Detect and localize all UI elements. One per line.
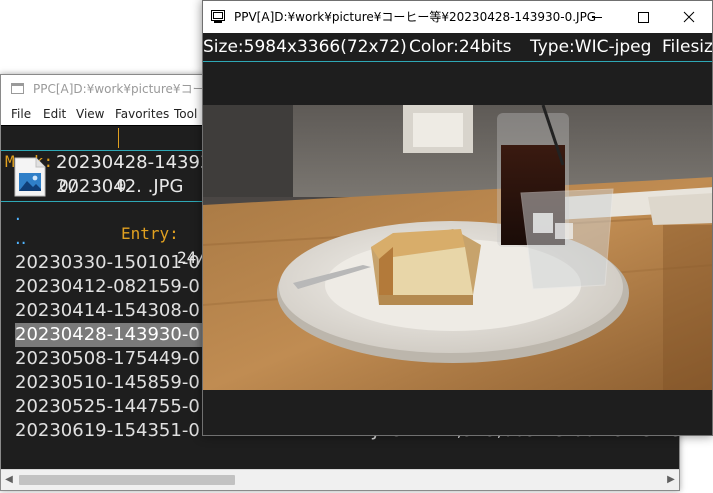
image-viewer-window: PPV[A]D:¥work¥picture¥コーヒー等¥20230428-143… <box>202 0 713 436</box>
current-file-name-line1: 20230428-14393 <box>56 152 212 173</box>
scroll-right-icon[interactable]: ▶ <box>663 470 679 490</box>
current-file-name-line2: 2023042. .JPG <box>56 176 184 197</box>
info-separator <box>118 128 119 148</box>
close-icon[interactable] <box>666 1 712 33</box>
photo-cheesecake-and-iced-coffee <box>203 105 712 390</box>
image-type-info: Type:WIC-jpeg <box>530 37 652 57</box>
minimize-icon[interactable] <box>574 1 620 33</box>
scrollbar-thumb[interactable] <box>19 475 235 485</box>
viewer-title: PPV[A]D:¥work¥picture¥コーヒー等¥20230428-143… <box>234 10 597 24</box>
image-color-info: Color:24bits <box>409 37 512 57</box>
menu-file[interactable]: File <box>11 103 31 125</box>
image-size-info: Size:5984x3366(72x72) <box>203 37 407 57</box>
image-info-line: Size:5984x3366(72x72) Color:24bits Type:… <box>203 33 712 62</box>
viewer-app-icon <box>211 10 225 23</box>
menu-tool[interactable]: Tool <box>174 103 197 125</box>
image-filesize-info: Filesiz <box>662 37 712 57</box>
menu-view[interactable]: View <box>76 103 104 125</box>
image-file-icon <box>14 157 46 197</box>
maximize-icon[interactable] <box>620 1 666 33</box>
scroll-left-icon[interactable]: ◀ <box>1 470 17 490</box>
menu-favorites[interactable]: Favorites <box>115 103 169 125</box>
viewer-titlebar[interactable]: PPV[A]D:¥work¥picture¥コーヒー等¥20230428-143… <box>203 1 712 33</box>
menu-edit[interactable]: Edit <box>43 103 66 125</box>
window-app-icon <box>11 83 24 94</box>
horizontal-scrollbar[interactable]: ◀ ▶ <box>1 469 679 490</box>
